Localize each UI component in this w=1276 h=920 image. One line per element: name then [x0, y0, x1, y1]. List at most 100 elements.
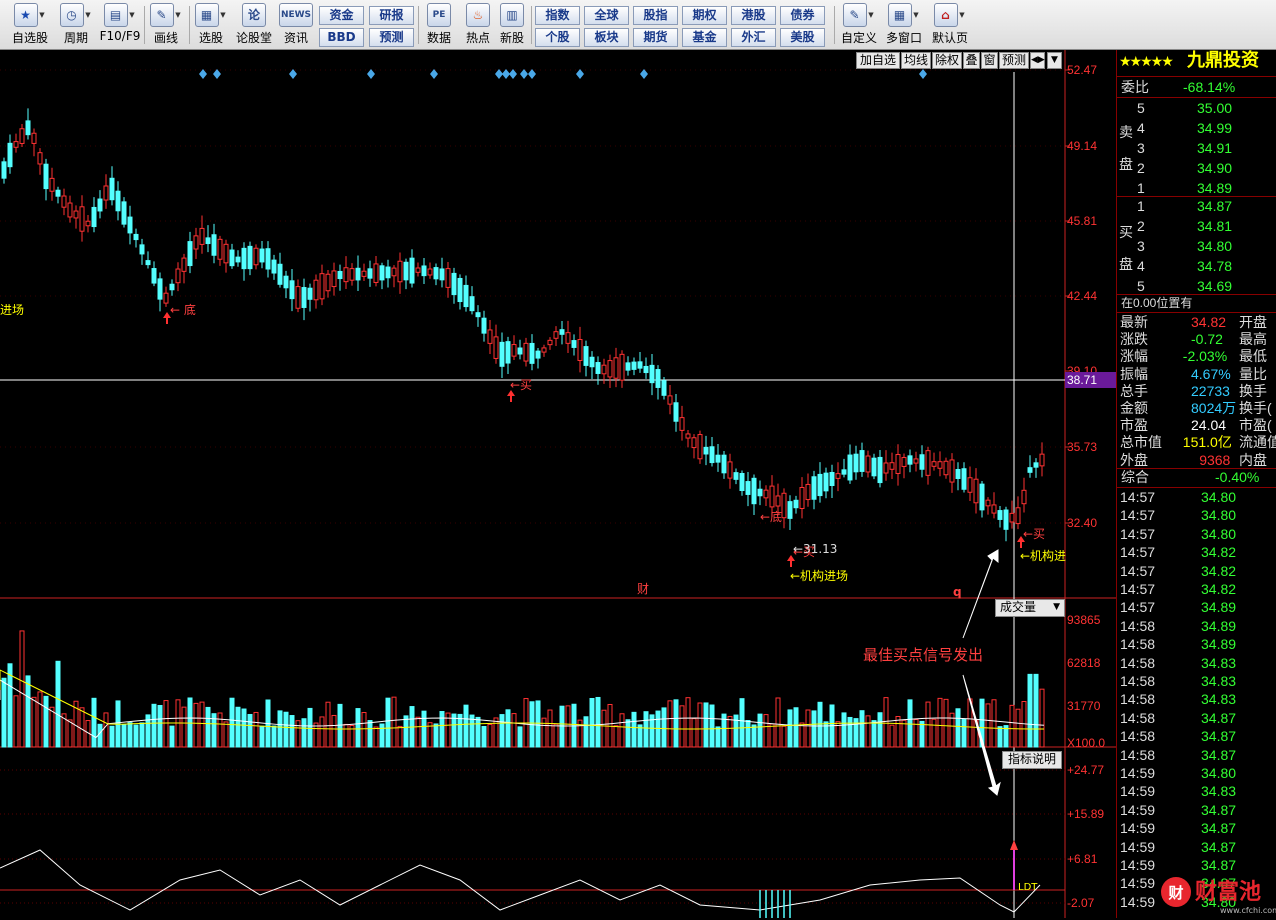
mini-toolbar-button[interactable]: 均线 [901, 52, 931, 69]
hot-topics-button[interactable]: ♨ 热点 [460, 3, 496, 48]
candle-up [775, 495, 781, 507]
mini-toolbar-button[interactable]: 除权 [932, 52, 962, 69]
candle-down [823, 472, 829, 492]
indicator-tick-label: +24.77 [1067, 763, 1104, 777]
chevron-down-icon[interactable]: ▼ [912, 3, 921, 27]
new-stock-button[interactable]: ▥ 新股 [496, 3, 528, 48]
candle-down [241, 247, 247, 270]
candle-down [43, 163, 49, 190]
volume-bar [661, 707, 667, 748]
separator [144, 6, 145, 44]
customize-button[interactable]: ✎ ▼ 自定义 [838, 3, 880, 48]
expand-icon[interactable]: ◀▶ [1030, 52, 1045, 69]
stat-row: 总市值 151.0亿流通值 [1117, 433, 1276, 451]
bond-button[interactable]: 债券 [780, 6, 825, 25]
stat-row: 总手 22733 换手 [1117, 382, 1276, 400]
stock-picker-button[interactable]: ▦ ▼ 选股 [191, 3, 231, 48]
chevron-down-icon[interactable]: ▼ [174, 3, 183, 27]
quote-panel: ★★★★★ 九鼎投资 委比 -68.14% 5 35.00 4 34.99 3 34.91… [1116, 50, 1276, 918]
hk-stock-button[interactable]: 港股 [731, 6, 776, 25]
volume-bar [487, 723, 493, 748]
candle-up [361, 270, 367, 277]
price-tick-label: 45.81 [1067, 214, 1097, 228]
draw-line-button[interactable]: ✎ ▼ 画线 [146, 3, 186, 48]
volume-bar [451, 713, 457, 748]
volume-bar [109, 725, 115, 748]
bbd-button[interactable]: BBD [319, 28, 364, 47]
indicator-description-button[interactable]: 指标说明 [1002, 751, 1062, 769]
individual-stock-button[interactable]: 个股 [535, 28, 580, 47]
chevron-down-icon[interactable]: ▼ [38, 3, 47, 27]
tick-time: 14:58 [1120, 617, 1156, 634]
event-markers[interactable] [199, 69, 927, 79]
chevron-down-icon[interactable]: ▼ [84, 3, 93, 27]
sector-button[interactable]: 板块 [584, 28, 629, 47]
volume-bar [673, 699, 679, 748]
institution-entry-label: 进场 [0, 303, 24, 317]
watchlist-button[interactable]: ★ ▼ 自选股 [6, 3, 54, 48]
volume-selector[interactable]: 成交量 ▼ [995, 599, 1065, 617]
stat-value: 24.04 [1191, 417, 1227, 434]
index-button[interactable]: 指数 [535, 6, 580, 25]
stat-label-right: 市盈( [1239, 417, 1272, 434]
default-page-button[interactable]: ⌂ ▼ 默认页 [929, 3, 971, 48]
tick-price: 34.82 [1201, 562, 1237, 579]
volume-bar [943, 698, 949, 748]
data-button[interactable]: PE 数据 [420, 3, 458, 48]
fund-button[interactable]: 基金 [682, 28, 727, 47]
crosshair-price-label: 38.71 [1067, 373, 1097, 387]
forum-button[interactable]: 论 论股堂 [234, 3, 274, 48]
chevron-down-icon[interactable]: ▼ [219, 3, 228, 27]
stock-picker-label: 选股 [198, 31, 223, 45]
volume-bar [373, 726, 379, 748]
tick-row: 14:57 34.89 [1117, 598, 1276, 616]
volume-bar [625, 719, 631, 748]
research-report-button[interactable]: 研报 [369, 6, 414, 25]
customize-icon: ✎ [842, 3, 867, 27]
tick-price: 34.83 [1201, 673, 1237, 689]
us-stock-button[interactable]: 美股 [780, 28, 825, 47]
candlesticks[interactable] [1, 108, 1045, 542]
f10-button[interactable]: ▤ ▼ F10/F9 [98, 3, 142, 48]
candle-down [355, 267, 361, 281]
stock-index-futures-button[interactable]: 股指 [633, 6, 678, 25]
candle-down [235, 256, 241, 263]
indicator-tick-label: -2.07 [1067, 896, 1095, 910]
mini-toolbar-button[interactable]: 叠 [963, 52, 980, 69]
candle-down [517, 347, 523, 355]
chevron-down-icon[interactable]: ▼ [958, 3, 967, 27]
candle-up [199, 227, 205, 245]
mini-toolbar-button[interactable]: 窗 [981, 52, 998, 69]
news-button[interactable]: NEWS 资讯 [276, 3, 316, 48]
volume-bar [811, 710, 817, 748]
forex-button[interactable]: 外汇 [731, 28, 776, 47]
chevron-down-icon[interactable]: ▼ [128, 3, 137, 27]
tick-row: 14:57 34.80 [1117, 506, 1276, 524]
forecast-button[interactable]: 预测 [369, 28, 414, 47]
mini-toolbar-button[interactable]: 加自选 [856, 52, 900, 69]
volume-bar [67, 719, 73, 748]
period-button[interactable]: ◷ ▼ 周期 [56, 3, 96, 48]
volume-bar [727, 715, 733, 748]
volume-bar [403, 715, 409, 748]
separator [418, 6, 419, 44]
volume-bar [493, 717, 499, 748]
capital-flow-button[interactable]: 资金 [319, 6, 364, 25]
options-button[interactable]: 期权 [682, 6, 727, 25]
kline-chart[interactable]: 52.4749.1445.8142.4439.1035.7332.4038.71… [0, 50, 1116, 918]
institution-entry-label: ←机构进 [1020, 548, 1066, 563]
volume-bar [793, 707, 799, 748]
tick-row: 14:57 34.82 [1117, 562, 1276, 580]
futures-button[interactable]: 期货 [633, 28, 678, 47]
chevron-down-icon[interactable]: ▼ [1047, 52, 1062, 69]
tick-price: 34.80 [1201, 525, 1237, 542]
volume-bar [253, 711, 259, 748]
mini-toolbar-button[interactable]: 预测 [999, 52, 1029, 69]
candle-up [577, 339, 583, 361]
candle-up [493, 336, 499, 359]
global-button[interactable]: 全球 [584, 6, 629, 25]
chevron-down-icon[interactable]: ▼ [867, 3, 876, 27]
multi-window-button[interactable]: ▦ ▼ 多窗口 [883, 3, 925, 48]
level-label: 3 [1137, 238, 1145, 254]
buy-price: 34.87 [1197, 198, 1233, 214]
